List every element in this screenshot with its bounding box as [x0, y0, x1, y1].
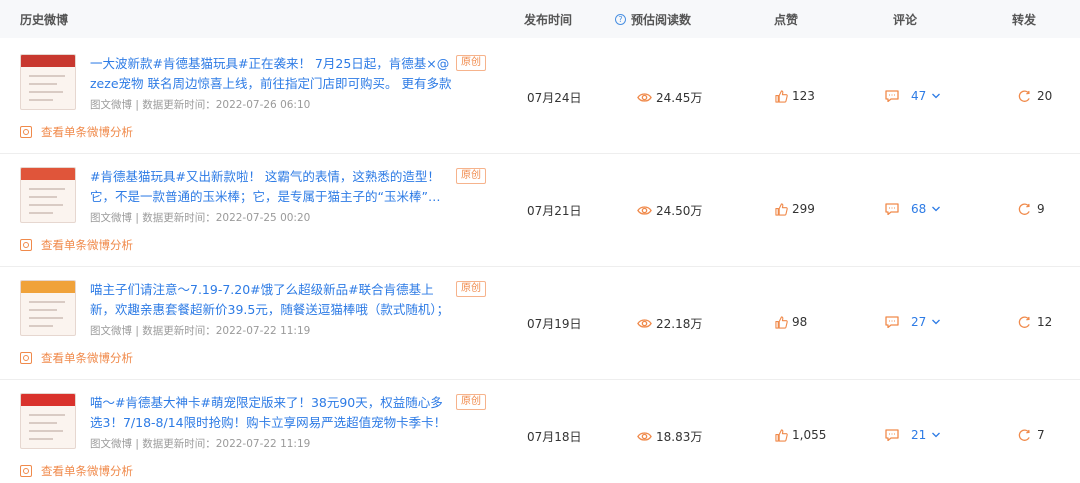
- publish-date: 07月18日: [527, 430, 582, 444]
- thumbs-up-icon: [775, 428, 788, 442]
- thumbs-up-icon: [775, 315, 788, 329]
- original-badge: 原创: [456, 394, 486, 410]
- repost-icon: [1018, 315, 1030, 328]
- comments-toggle[interactable]: 68: [885, 202, 941, 216]
- post-text[interactable]: 喵～#肯德基大神卡#萌宠限定版来了！38元90天，权益随心多选3！7/18-8/…: [90, 393, 452, 433]
- table-row: 喵～#肯德基大神卡#萌宠限定版来了！38元90天，权益随心多选3！7/18-8/…: [0, 379, 1080, 483]
- comments-toggle[interactable]: 21: [885, 428, 941, 442]
- post-text[interactable]: 一大波新款#肯德基猫玩具#正在袭来！ 7月25日起，肯德基×@zeze宠物 联名…: [90, 54, 452, 94]
- likes: 1,055: [775, 428, 826, 442]
- view-analysis-label: 查看单条微博分析: [41, 238, 133, 252]
- estimated-reads: 18.83万: [637, 428, 702, 445]
- repost-icon: [1018, 89, 1030, 102]
- view-analysis-label: 查看单条微博分析: [41, 351, 133, 365]
- post-meta: 图文微博 | 数据更新时间：2022-07-22 11:19: [90, 325, 311, 337]
- table-row: 喵主子们请注意～7.19-7.20#饿了么超级新品#联合肯德基上新，欢趣亲惠套餐…: [0, 266, 1080, 380]
- reposts: 9: [1018, 202, 1045, 216]
- reposts-value: 12: [1037, 315, 1053, 329]
- analysis-icon: [20, 352, 32, 364]
- likes-value: 299: [792, 202, 815, 216]
- comments-value: 27: [911, 315, 927, 329]
- post-text[interactable]: #肯德基猫玩具#又出新款啦！ 这霸气的表情，这熟悉的造型！ 它，不是一款普通的玉…: [90, 167, 452, 207]
- comment-icon: [885, 90, 899, 102]
- original-badge: 原创: [456, 168, 486, 184]
- estimated-reads-value: 24.45万: [656, 91, 703, 105]
- comment-icon: [885, 316, 899, 328]
- estimated-reads: 24.45万: [637, 89, 702, 106]
- comment-icon: [885, 429, 899, 441]
- column-publish-time[interactable]: 发布时间: [524, 11, 572, 28]
- likes-value: 98: [792, 315, 808, 329]
- likes-value: 123: [792, 89, 815, 103]
- analysis-icon: [20, 126, 32, 138]
- reposts: 12: [1018, 315, 1052, 329]
- column-reposts[interactable]: 转发: [1012, 11, 1036, 28]
- column-estimated-reads-label: 预估阅读数: [631, 13, 692, 27]
- post-text[interactable]: 喵主子们请注意～7.19-7.20#饿了么超级新品#联合肯德基上新，欢趣亲惠套餐…: [90, 280, 452, 320]
- original-badge: 原创: [456, 281, 486, 297]
- chevron-down-icon[interactable]: [931, 204, 941, 214]
- reposts-value: 20: [1037, 89, 1053, 103]
- comment-icon: [885, 203, 899, 215]
- comments-toggle[interactable]: 47: [885, 89, 941, 103]
- likes-value: 1,055: [792, 428, 827, 442]
- publish-date: 07月19日: [527, 317, 582, 331]
- comments-toggle[interactable]: 27: [885, 315, 941, 329]
- reposts-value: 7: [1037, 428, 1045, 442]
- column-title: 历史微博: [20, 13, 69, 27]
- analysis-icon: [20, 239, 32, 251]
- comments-value: 68: [911, 202, 927, 216]
- view-analysis-link[interactable]: 查看单条微博分析: [20, 350, 133, 366]
- post-thumbnail[interactable]: [20, 280, 76, 336]
- reposts-value: 9: [1037, 202, 1045, 216]
- publish-date: 07月24日: [527, 91, 582, 105]
- post-thumbnail[interactable]: [20, 167, 76, 223]
- publish-date: 07月21日: [527, 204, 582, 218]
- estimated-reads-value: 24.50万: [656, 204, 703, 218]
- repost-icon: [1018, 202, 1030, 215]
- column-comments[interactable]: 评论: [893, 11, 917, 28]
- view-analysis-label: 查看单条微博分析: [41, 125, 133, 139]
- chevron-down-icon[interactable]: [931, 430, 941, 440]
- post-meta: 图文微博 | 数据更新时间：2022-07-26 06:10: [90, 99, 311, 111]
- likes: 123: [775, 89, 815, 103]
- column-estimated-reads[interactable]: ? 预估阅读数: [615, 11, 691, 28]
- view-analysis-link[interactable]: 查看单条微博分析: [20, 463, 133, 479]
- eye-icon: [637, 206, 652, 215]
- analysis-icon: [20, 465, 32, 477]
- estimated-reads: 24.50万: [637, 202, 702, 219]
- table-row: #肯德基猫玩具#又出新款啦！ 这霸气的表情，这熟悉的造型！ 它，不是一款普通的玉…: [0, 153, 1080, 267]
- post-meta: 图文微博 | 数据更新时间：2022-07-25 00:20: [90, 212, 311, 224]
- estimated-reads-value: 18.83万: [656, 430, 703, 444]
- reposts: 20: [1018, 89, 1052, 103]
- original-badge: 原创: [456, 55, 486, 71]
- post-meta: 图文微博 | 数据更新时间：2022-07-22 11:19: [90, 438, 311, 450]
- table-header: 历史微博 发布时间 ? 预估阅读数 点赞 评论 转发: [0, 0, 1080, 38]
- post-thumbnail[interactable]: [20, 54, 76, 110]
- eye-icon: [637, 319, 652, 328]
- thumbs-up-icon: [775, 202, 788, 216]
- post-thumbnail[interactable]: [20, 393, 76, 449]
- info-icon[interactable]: ?: [615, 14, 626, 25]
- chevron-down-icon[interactable]: [931, 91, 941, 101]
- table-row: 一大波新款#肯德基猫玩具#正在袭来！ 7月25日起，肯德基×@zeze宠物 联名…: [0, 40, 1080, 154]
- view-analysis-link[interactable]: 查看单条微博分析: [20, 124, 133, 140]
- comments-value: 47: [911, 89, 927, 103]
- estimated-reads: 22.18万: [637, 315, 702, 332]
- column-likes[interactable]: 点赞: [774, 11, 798, 28]
- thumbs-up-icon: [775, 89, 788, 103]
- view-analysis-link[interactable]: 查看单条微博分析: [20, 237, 133, 253]
- likes: 299: [775, 202, 815, 216]
- comments-value: 21: [911, 428, 927, 442]
- reposts: 7: [1018, 428, 1045, 442]
- eye-icon: [637, 432, 652, 441]
- repost-icon: [1018, 428, 1030, 441]
- likes: 98: [775, 315, 807, 329]
- chevron-down-icon[interactable]: [931, 317, 941, 327]
- eye-icon: [637, 93, 652, 102]
- estimated-reads-value: 22.18万: [656, 317, 703, 331]
- view-analysis-label: 查看单条微博分析: [41, 464, 133, 478]
